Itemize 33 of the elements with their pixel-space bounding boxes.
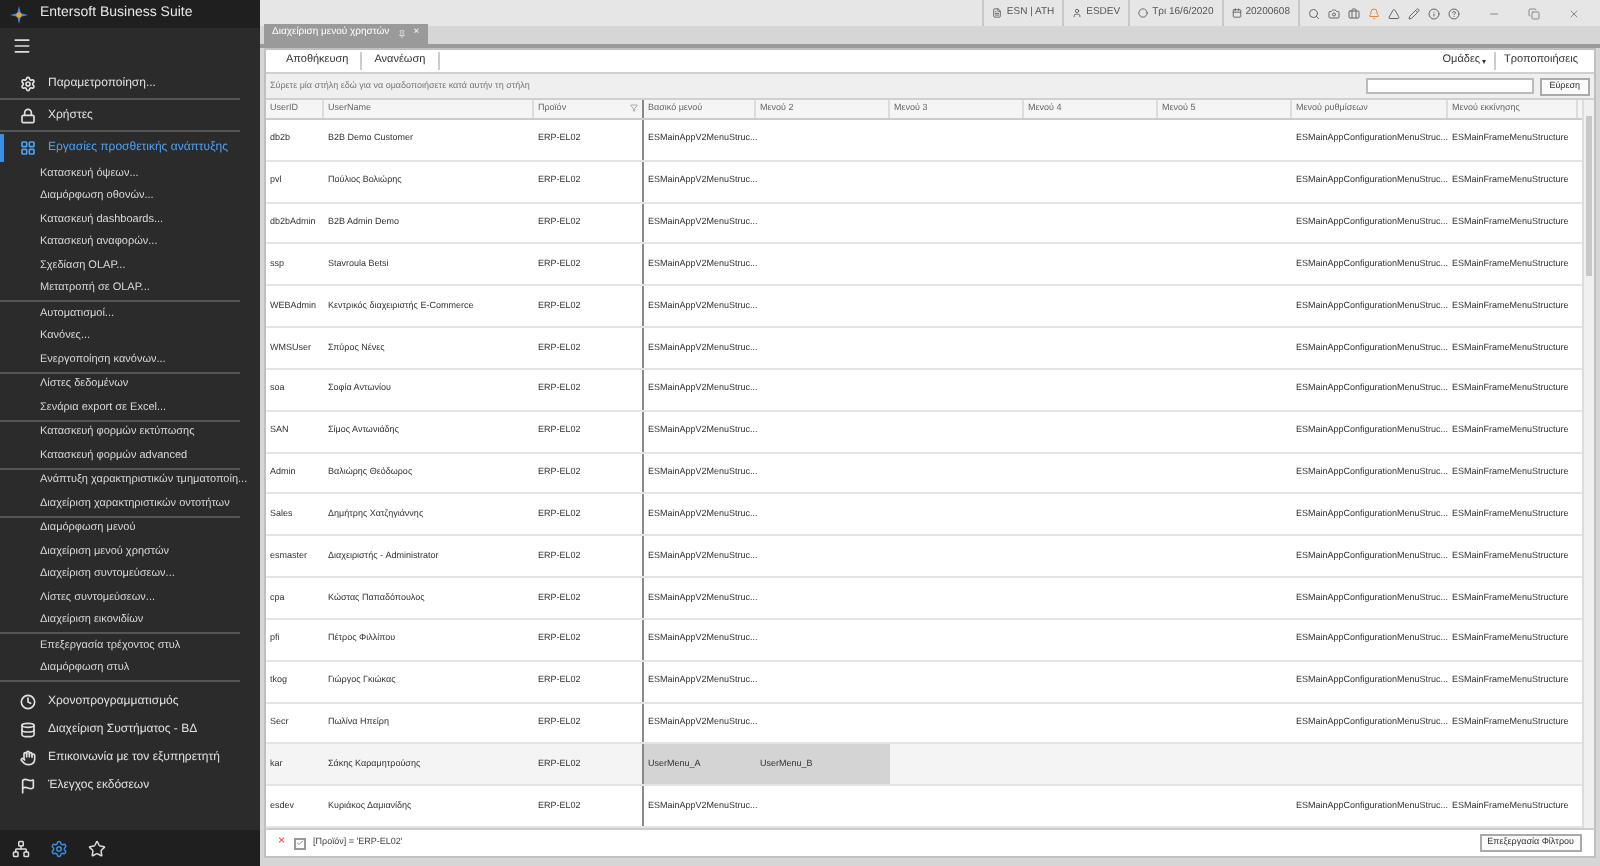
search-icon[interactable] — [1308, 7, 1320, 19]
hand-icon — [20, 750, 36, 766]
grid-icon — [20, 140, 36, 156]
filter-checkbox[interactable] — [293, 837, 306, 849]
pencil-icon[interactable] — [1408, 7, 1420, 19]
dot-icon — [1138, 8, 1149, 18]
bell-icon[interactable] — [1368, 7, 1380, 19]
help-icon[interactable] — [1448, 7, 1460, 19]
triangle-icon[interactable] — [1388, 7, 1400, 19]
scrollbar[interactable] — [1582, 100, 1594, 828]
close-icon[interactable] — [1568, 7, 1580, 19]
info-icon[interactable] — [1428, 7, 1440, 19]
camera-icon[interactable] — [1328, 7, 1340, 19]
logo-icon — [10, 5, 28, 23]
star-icon[interactable] — [88, 839, 106, 857]
restore-icon[interactable] — [1528, 7, 1540, 19]
menu-icon[interactable] — [12, 36, 32, 56]
pin-icon[interactable] — [397, 30, 406, 38]
minimize-icon[interactable] — [1488, 7, 1500, 19]
document-icon — [992, 8, 1003, 18]
search-field[interactable] — [1365, 78, 1534, 94]
check-icon — [295, 838, 304, 848]
calendar-icon — [1231, 8, 1242, 18]
settings-icon — [20, 76, 36, 92]
filter-icon[interactable] — [630, 104, 638, 113]
clock-icon — [20, 694, 36, 710]
settings-icon[interactable] — [50, 839, 68, 857]
lock-icon — [20, 108, 36, 124]
flag-icon — [20, 778, 36, 794]
briefcase-icon[interactable] — [1348, 7, 1360, 19]
database-icon — [20, 722, 36, 738]
user-icon — [1072, 8, 1083, 18]
sitemap-icon[interactable] — [12, 839, 30, 857]
